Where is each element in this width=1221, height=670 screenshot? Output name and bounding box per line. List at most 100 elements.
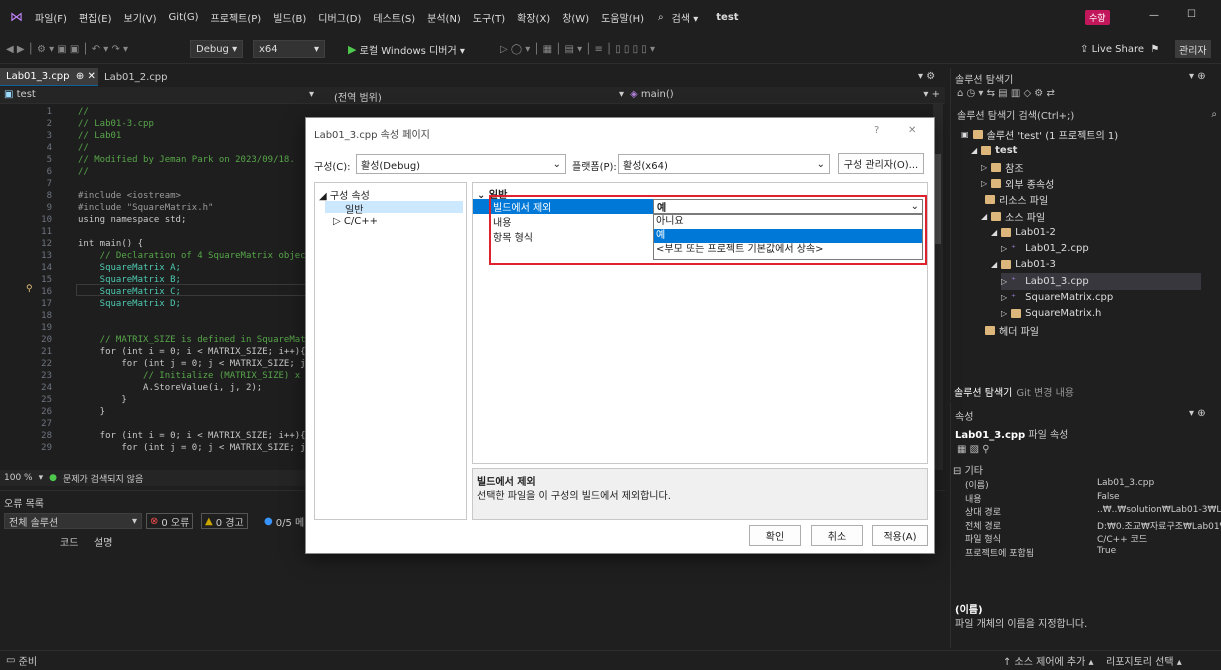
- property-value[interactable]: ..₩..₩solution₩Lab01-3₩La: [1097, 505, 1221, 515]
- tree-config-properties[interactable]: ◢ 구성 속성: [319, 187, 370, 202]
- code-line[interactable]: // Modified by Jeman Park on 2023/09/18.: [78, 154, 295, 166]
- issues-status[interactable]: 문제가 검색되지 않음: [63, 472, 143, 485]
- pin-icon[interactable]: ⊕: [76, 71, 84, 82]
- maximize-icon[interactable]: ☐: [1187, 9, 1196, 20]
- lightbulb-icon[interactable]: ⚲: [26, 284, 33, 294]
- tree-general[interactable]: 일반: [325, 201, 463, 216]
- repo-select-button[interactable]: 리포지토리 선택 ▴: [1106, 653, 1182, 668]
- expand-icon[interactable]: ▷: [1001, 309, 1007, 318]
- source-control-button[interactable]: ↑ 소스 제어에 추가 ▴: [1003, 653, 1094, 668]
- property-value[interactable]: C/C++ 코드: [1097, 532, 1147, 545]
- source-files-node[interactable]: ◢ 소스 파일: [981, 208, 1045, 225]
- properties-toolbar-icons[interactable]: ▦ ▧ ⚲: [957, 444, 990, 455]
- code-line[interactable]: //: [78, 166, 89, 178]
- expand-icon[interactable]: ◢: [991, 228, 997, 237]
- feedback-icon[interactable]: ⚑: [1150, 44, 1159, 55]
- expand-icon[interactable]: ▷: [981, 163, 987, 172]
- run-debugger-button[interactable]: 로컬 Windows 디버거 ▾: [360, 42, 465, 57]
- file-squarematrix-h[interactable]: ▷ SquareMatrix.h: [1001, 305, 1101, 322]
- tab-git-changes[interactable]: Git 변경 내용: [1016, 384, 1074, 399]
- close-tab-icon[interactable]: ✕: [87, 71, 95, 82]
- warnings-filter[interactable]: ▲ 0 경고: [201, 513, 248, 529]
- ok-button[interactable]: 확인: [749, 525, 801, 546]
- menu-build[interactable]: 빌드(B): [267, 10, 312, 25]
- apply-button[interactable]: 적용(A): [872, 525, 928, 546]
- code-line[interactable]: // Lab01: [78, 130, 121, 142]
- search-icon[interactable]: ⌕: [650, 12, 666, 23]
- properties-pin-icon[interactable]: ▾ ⊕: [1189, 408, 1206, 419]
- code-line[interactable]: //: [78, 142, 89, 154]
- code-line[interactable]: }: [78, 394, 126, 406]
- expand-icon[interactable]: ▷: [1001, 277, 1007, 286]
- code-line[interactable]: //: [78, 106, 89, 118]
- code-line[interactable]: #include "SquareMatrix.h": [78, 202, 213, 214]
- folder-lab01-2[interactable]: ◢ Lab01-2: [991, 224, 1056, 241]
- code-line[interactable]: // Lab01-3.cpp: [78, 118, 154, 130]
- expand-icon[interactable]: ◢: [991, 260, 997, 269]
- tab-solution-explorer[interactable]: 솔루션 탐색기: [954, 384, 1012, 399]
- run-icon[interactable]: ▶: [348, 43, 356, 56]
- errors-filter[interactable]: ⊗ 0 오류: [146, 513, 194, 529]
- code-line[interactable]: SquareMatrix A;: [78, 262, 181, 274]
- live-share-button[interactable]: Live Share: [1092, 44, 1144, 55]
- solution-search[interactable]: 솔루션 탐색기 검색(Ctrl+;) ⌕: [953, 106, 1221, 122]
- expand-icon[interactable]: ▷: [1001, 293, 1007, 302]
- file-lab01-3[interactable]: ▷ ⁺ Lab01_3.cpp: [1001, 272, 1201, 290]
- menu-git[interactable]: Git(G): [163, 12, 205, 23]
- messages-filter[interactable]: ● 0/5 메: [264, 513, 304, 529]
- menu-project[interactable]: 프로젝트(P): [205, 10, 268, 25]
- property-value[interactable]: True: [1097, 546, 1116, 556]
- tab-lab01-3[interactable]: Lab01_3.cpp ⊕ ✕: [0, 68, 98, 86]
- code-line[interactable]: for (int j = 0; j < MATRIX_SIZE; j++: [78, 358, 316, 370]
- config-manager-button[interactable]: 구성 관리자(O)...: [838, 153, 924, 174]
- file-squarematrix-cpp[interactable]: ▷ ⁺ SquareMatrix.cpp: [1001, 289, 1113, 306]
- config-dropdown[interactable]: Debug ▾: [190, 40, 244, 58]
- tree-cpp[interactable]: ▷ C/C++: [333, 216, 378, 227]
- panel-pin-icon[interactable]: ▾ ⊕: [1189, 71, 1206, 82]
- user-badge[interactable]: 수향: [1085, 10, 1110, 25]
- expand-icon[interactable]: ▷: [981, 179, 987, 188]
- col-desc[interactable]: 설명: [94, 534, 112, 549]
- menu-edit[interactable]: 편집(E): [73, 10, 118, 25]
- expand-icon[interactable]: ◢: [981, 212, 987, 221]
- resource-files-node[interactable]: 리소스 파일: [981, 191, 1048, 208]
- minimize-icon[interactable]: —: [1149, 10, 1159, 21]
- code-line[interactable]: using namespace std;: [78, 214, 186, 226]
- help-button[interactable]: ?: [874, 125, 879, 136]
- code-line[interactable]: SquareMatrix D;: [78, 298, 181, 310]
- menu-analyze[interactable]: 분석(N): [421, 10, 467, 25]
- solution-toolbar-icons[interactable]: ⌂ ◷ ▾ ⇆ ▤ ▥ ◇ ⚙ ⇄: [957, 88, 1055, 99]
- references-node[interactable]: ▷ 참조: [981, 159, 1024, 176]
- solution-node[interactable]: ▣ 솔루션 'test' (1 프로젝트의 1): [961, 126, 1118, 143]
- header-files-node[interactable]: 헤더 파일: [981, 322, 1039, 339]
- tab-overflow-icon[interactable]: ▾ ⚙: [918, 71, 935, 82]
- platform-dropdown[interactable]: x64 ▾: [253, 40, 325, 58]
- file-lab01-2[interactable]: ▷ ⁺ Lab01_2.cpp: [1001, 240, 1089, 257]
- platform-combo[interactable]: 활성(x64) ⌄: [618, 154, 830, 174]
- property-value[interactable]: D:₩0.조교₩자료구조₩Lab01₩: [1097, 519, 1221, 532]
- menu-test[interactable]: 테스트(S): [367, 10, 421, 25]
- code-line[interactable]: }: [78, 406, 105, 418]
- external-deps-node[interactable]: ▷ 외부 종속성: [981, 175, 1054, 192]
- project-node[interactable]: ◢ test: [971, 142, 1017, 159]
- function-combo[interactable]: ◈ main() ▾ +: [630, 89, 940, 100]
- code-line[interactable]: for (int i = 0; i < MATRIX_SIZE; i++){: [78, 430, 306, 442]
- code-line[interactable]: A.StoreValue(i, j, 2);: [78, 382, 262, 394]
- property-value[interactable]: False: [1097, 492, 1120, 502]
- nav-back-icon[interactable]: ◀ ▶ │ ⚙ ▾ ▣ ▣ │ ↶ ▾ ↷ ▾: [6, 40, 128, 58]
- menu-debug[interactable]: 디버그(D): [312, 10, 367, 25]
- properties-category[interactable]: ⊟ 기타: [953, 462, 983, 477]
- scope-combo[interactable]: (전역 범위) ▾: [334, 89, 624, 104]
- tab-lab01-2[interactable]: Lab01_2.cpp: [98, 68, 174, 86]
- config-combo[interactable]: 활성(Debug) ⌄: [356, 154, 566, 174]
- code-line[interactable]: // MATRIX_SIZE is defined in SquareMatr: [78, 334, 311, 346]
- col-code[interactable]: 코드: [60, 534, 78, 549]
- property-value[interactable]: Lab01_3.cpp: [1097, 478, 1154, 488]
- menu-view[interactable]: 보기(V): [118, 10, 163, 25]
- menu-help[interactable]: 도움말(H): [595, 10, 650, 25]
- project-combo[interactable]: ▣ test ▾: [4, 89, 314, 100]
- expand-icon[interactable]: ▣: [961, 130, 969, 139]
- expand-icon[interactable]: ◢: [971, 146, 977, 155]
- menu-file[interactable]: 파일(F): [29, 10, 73, 25]
- close-icon[interactable]: ✕: [908, 125, 916, 136]
